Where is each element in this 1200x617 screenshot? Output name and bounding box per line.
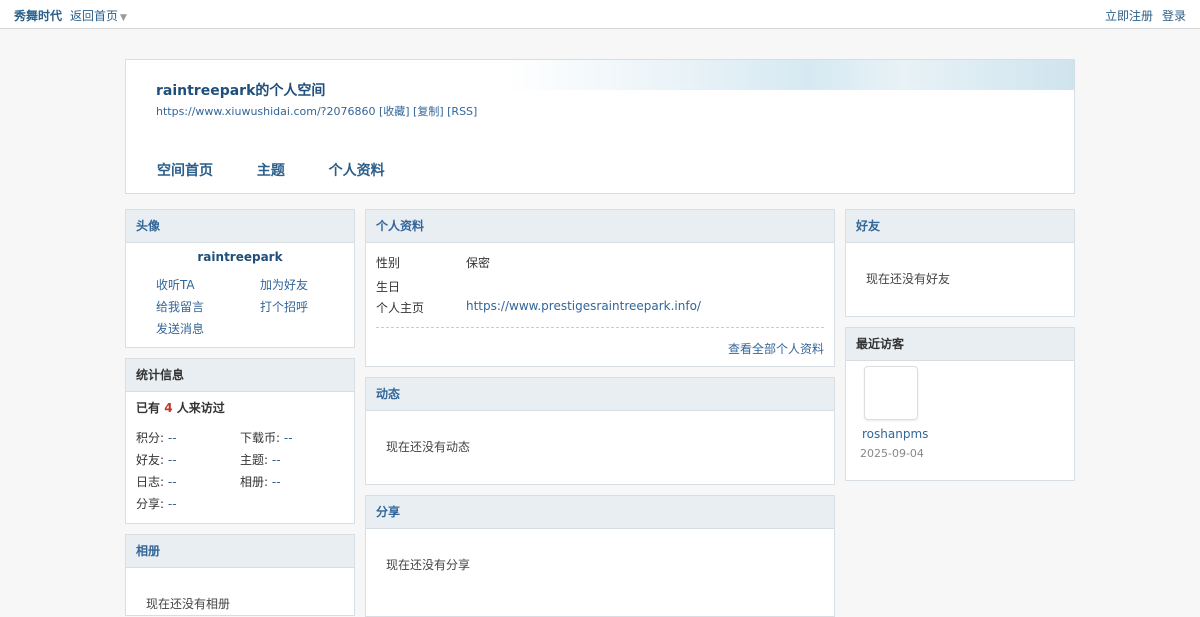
stat-value[interactable]: -- — [272, 475, 281, 489]
stat-value[interactable]: -- — [168, 497, 177, 511]
stat-label: 相册: — [240, 475, 269, 489]
profile-gender-value: 保密 — [466, 256, 491, 270]
space-nav: 空间首页 主题 个人资料 — [157, 160, 425, 180]
visitor-count-suffix: 人来访过 — [176, 401, 225, 415]
share-empty-text: 现在还没有分享 — [386, 558, 471, 572]
top-bar: 秀舞时代 返回首页 ▼ 立即注册 登录 — [0, 0, 1200, 29]
send-message-link[interactable]: 发送消息 — [156, 320, 204, 337]
visitor-count-number: 4 — [164, 401, 173, 415]
stat-label: 下载币: — [240, 431, 281, 445]
space-title[interactable]: raintreepark的个人空间 — [156, 80, 325, 100]
album-panel: 相册 现在还没有相册 — [125, 534, 355, 616]
stat-albums: 相册: -- — [240, 473, 281, 490]
username-link[interactable]: raintreepark — [126, 250, 354, 264]
say-hello-link[interactable]: 打个招呼 — [260, 298, 308, 315]
stat-value[interactable]: -- — [168, 453, 177, 467]
stat-label: 分享: — [136, 497, 165, 511]
nav-topics[interactable]: 主题 — [257, 160, 285, 180]
back-home-label: 返回首页 — [70, 9, 119, 23]
stats-panel-title: 统计信息 — [126, 359, 354, 392]
leave-message-link[interactable]: 给我留言 — [156, 298, 204, 315]
space-url-line[interactable]: https://www.xiuwushidai.com/?2076860 [收藏… — [156, 103, 477, 119]
friends-panel-title: 好友 — [846, 210, 1074, 243]
view-full-profile-link[interactable]: 查看全部个人资料 — [728, 340, 824, 357]
friends-empty-text: 现在还没有好友 — [866, 272, 951, 286]
stat-label: 主题: — [240, 453, 269, 467]
profile-divider — [376, 327, 824, 328]
profile-panel-title: 个人资料 — [366, 210, 834, 243]
register-link[interactable]: 立即注册 — [1105, 7, 1153, 24]
back-home-menu[interactable]: 返回首页 ▼ — [70, 7, 127, 24]
site-name-link[interactable]: 秀舞时代 — [14, 7, 62, 24]
visitor-count-prefix: 已有 — [136, 401, 161, 415]
login-link[interactable]: 登录 — [1162, 7, 1186, 24]
nav-profile[interactable]: 个人资料 — [329, 160, 385, 180]
stat-download-coins: 下载币: -- — [240, 429, 293, 446]
stat-value[interactable]: -- — [168, 475, 177, 489]
feed-empty-text: 现在还没有动态 — [386, 440, 471, 454]
follow-link[interactable]: 收听TA — [156, 276, 195, 293]
album-panel-title: 相册 — [126, 535, 354, 568]
stat-points: 积分: -- — [136, 429, 177, 446]
stat-value[interactable]: -- — [168, 431, 177, 445]
stat-blogs: 日志: -- — [136, 473, 177, 490]
profile-homepage-label: 个人主页 — [376, 301, 425, 315]
visitor-count: 已有 4 人来访过 — [136, 399, 225, 416]
feed-panel-title: 动态 — [366, 378, 834, 411]
stat-value[interactable]: -- — [284, 431, 293, 445]
share-panel: 分享 现在还没有分享 — [365, 495, 835, 617]
stat-topics: 主题: -- — [240, 451, 281, 468]
stat-label: 日志: — [136, 475, 165, 489]
album-empty-text: 现在还没有相册 — [146, 597, 231, 611]
visitor-avatar[interactable] — [864, 366, 918, 420]
nav-space-home[interactable]: 空间首页 — [157, 160, 213, 180]
friends-panel: 好友 现在还没有好友 — [845, 209, 1075, 317]
profile-panel: 个人资料 性别 保密 生日 个人主页 https://www.prestiges… — [365, 209, 835, 367]
stat-label: 好友: — [136, 453, 165, 467]
visitor-date: 2025-09-04 — [860, 447, 924, 460]
share-panel-title: 分享 — [366, 496, 834, 529]
avatar-panel: 头像 raintreepark 收听TA 加为好友 给我留言 打个招呼 发送消息 — [125, 209, 355, 348]
feed-panel: 动态 现在还没有动态 — [365, 377, 835, 485]
chevron-down-icon: ▼ — [120, 13, 127, 23]
recent-visitors-panel-title: 最近访客 — [846, 328, 1074, 361]
space-header: raintreepark的个人空间 https://www.xiuwushida… — [125, 59, 1075, 194]
profile-gender-label: 性别 — [376, 256, 401, 270]
stats-panel: 统计信息 已有 4 人来访过 积分: -- 下载币: -- 好友: -- 主题:… — [125, 358, 355, 524]
stat-value[interactable]: -- — [272, 453, 281, 467]
stat-label: 积分: — [136, 431, 165, 445]
recent-visitors-panel: 最近访客 roshanpms 2025-09-04 — [845, 327, 1075, 481]
avatar-panel-title: 头像 — [126, 210, 354, 243]
stat-shares: 分享: -- — [136, 495, 177, 512]
profile-homepage-link[interactable]: https://www.prestigesraintreepark.info/ — [466, 299, 701, 313]
stat-friends: 好友: -- — [136, 451, 177, 468]
visitor-name-link[interactable]: roshanpms — [862, 427, 928, 441]
profile-birthday-label: 生日 — [376, 280, 401, 294]
add-friend-link[interactable]: 加为好友 — [260, 276, 308, 293]
